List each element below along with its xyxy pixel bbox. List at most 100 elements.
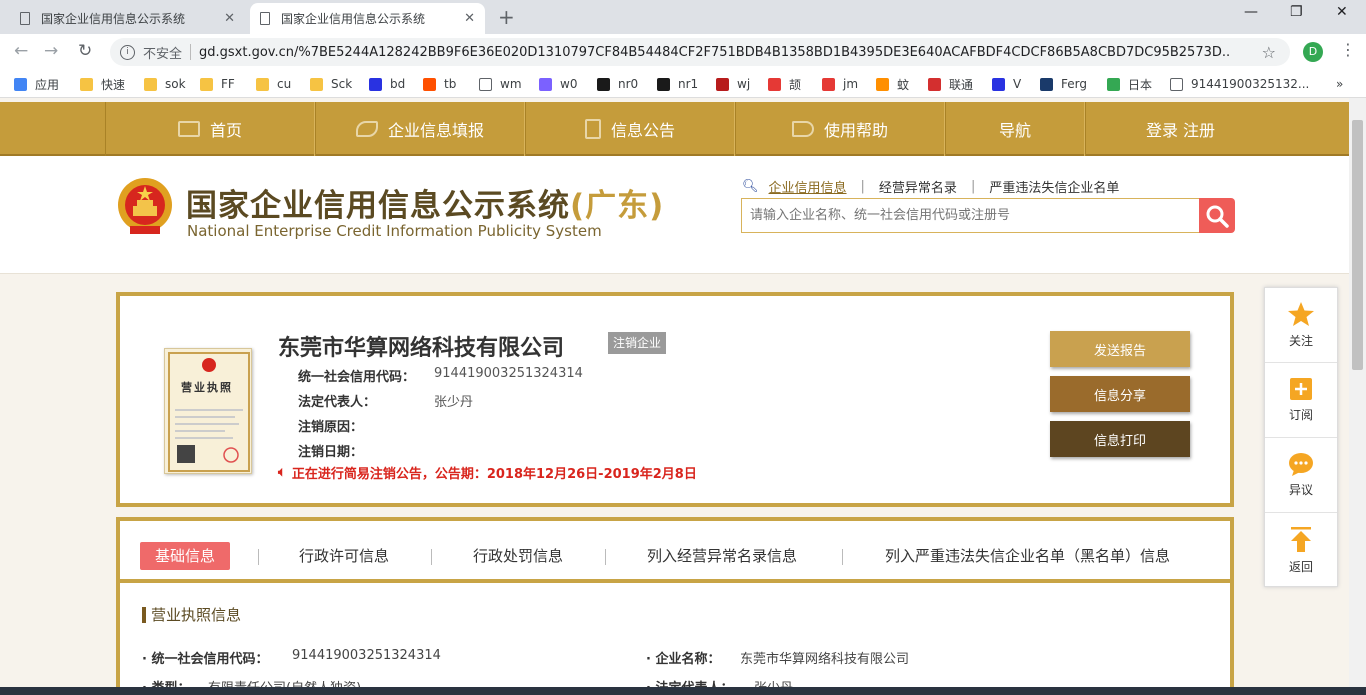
bookmark-item[interactable]: 快速 bbox=[80, 75, 125, 93]
nav-announcements[interactable]: 信息公告 bbox=[525, 102, 735, 156]
speaker-icon bbox=[791, 121, 814, 137]
back-to-top-button[interactable]: 返回 bbox=[1265, 513, 1337, 588]
bookmark-favicon-icon bbox=[200, 77, 213, 91]
arrow-up-icon bbox=[1291, 526, 1311, 552]
bookmark-item[interactable]: FF bbox=[200, 75, 235, 93]
bookmark-favicon-icon bbox=[876, 77, 889, 91]
star-icon bbox=[1288, 302, 1314, 326]
bookmark-item[interactable]: 91441900325132... bbox=[1170, 75, 1309, 93]
search-tab-blacklist[interactable]: 严重违法失信企业名单 bbox=[989, 177, 1119, 196]
nav-home[interactable]: 首页 bbox=[105, 102, 315, 156]
bookmark-item[interactable]: Sck bbox=[310, 75, 352, 93]
cancellation-notice[interactable]: 🔈︎ 正在进行简易注销公告，公告期：2018年12月26日-2019年2月8日 bbox=[278, 463, 697, 482]
nav-help[interactable]: 使用帮助 bbox=[735, 102, 945, 156]
bookmark-label: Ferg bbox=[1061, 77, 1087, 91]
bookmark-item[interactable]: 日本 bbox=[1107, 75, 1152, 93]
bookmark-label: 颉 bbox=[789, 77, 802, 92]
bookmark-item[interactable]: 蚊 bbox=[876, 75, 909, 93]
bookmark-item[interactable]: 联通 bbox=[928, 75, 973, 93]
restore-button[interactable]: ❐ bbox=[1290, 4, 1303, 20]
bookmark-item[interactable]: tb bbox=[423, 75, 456, 93]
print-info-button[interactable]: 信息打印 bbox=[1050, 421, 1190, 457]
bookmark-item[interactable]: sok bbox=[144, 75, 186, 93]
bookmark-item[interactable]: V bbox=[992, 75, 1021, 93]
bookmark-label: 蚊 bbox=[897, 77, 910, 92]
objection-label: 异议 bbox=[1288, 483, 1313, 497]
info-icon[interactable]: i bbox=[120, 44, 135, 60]
address-bar[interactable]: i 不安全 gd.gsxt.gov.cn/%7BE5244A128242BB9F… bbox=[110, 38, 1290, 66]
follow-button[interactable]: 关注 bbox=[1265, 288, 1337, 363]
page-scrollbar[interactable] bbox=[1349, 98, 1366, 695]
minimize-button[interactable]: — bbox=[1244, 4, 1258, 20]
bookmark-item[interactable]: nr0 bbox=[597, 75, 638, 93]
search-button[interactable] bbox=[1199, 198, 1235, 233]
profile-avatar[interactable]: D bbox=[1303, 42, 1323, 62]
side-float-panel: 关注 订阅 异议 返回 bbox=[1264, 287, 1338, 587]
bookmark-label: Sck bbox=[331, 77, 353, 91]
close-tab-icon[interactable]: ✕ bbox=[224, 11, 235, 26]
tab-blacklist[interactable]: 列入严重违法失信企业名单（黑名单）信息 bbox=[885, 542, 1170, 570]
browser-tab-active[interactable]: 国家企业信用信息公示系统 ✕ bbox=[250, 3, 485, 34]
field-credit-code: 统一社会信用代码： 914419003251324314 bbox=[298, 366, 583, 385]
nav-navigation[interactable]: 导航 bbox=[945, 102, 1085, 156]
business-license-image[interactable]: 营业执照 bbox=[164, 348, 252, 474]
bookmark-item[interactable]: jm bbox=[822, 75, 858, 93]
bookmark-item[interactable]: wj bbox=[716, 75, 750, 93]
objection-button[interactable]: 异议 bbox=[1265, 438, 1337, 513]
back-button[interactable]: ← bbox=[14, 40, 28, 62]
bookmark-label: tb bbox=[444, 77, 457, 91]
bookmark-favicon-icon bbox=[1107, 77, 1120, 91]
close-window-button[interactable]: ✕ bbox=[1336, 4, 1348, 20]
search-tab-credit[interactable]: 企业信用信息 bbox=[769, 177, 847, 196]
bookmark-item[interactable]: nr1 bbox=[657, 75, 698, 93]
bookmark-label: 91441900325132... bbox=[1191, 77, 1310, 91]
tab-basic-info[interactable]: 基础信息 bbox=[140, 542, 231, 570]
share-info-button[interactable]: 信息分享 bbox=[1050, 376, 1190, 412]
bookmark-favicon-icon bbox=[1040, 77, 1053, 91]
nav-login-register[interactable]: 登录 注册 bbox=[1085, 102, 1275, 156]
site-nav-bar: 首页 企业信息填报 信息公告 使用帮助 导航 登录 注册 bbox=[0, 102, 1349, 156]
search-tabs: 🔍︎ 企业信用信息 | 经营异常名录 | 严重违法失信企业名单 bbox=[742, 177, 1119, 196]
more-bookmarks-button[interactable]: » bbox=[1336, 75, 1343, 93]
tab-admin-license[interactable]: 行政许可信息 bbox=[299, 542, 389, 570]
reload-button[interactable]: ↻ bbox=[78, 40, 92, 62]
bookmark-item[interactable]: Ferg bbox=[1040, 75, 1087, 93]
bookmark-item[interactable]: wm bbox=[479, 75, 522, 93]
site-header: 国家企业信用信息公示系统(广东) National Enterprise Cre… bbox=[0, 156, 1349, 274]
nav-enterprise-report[interactable]: 企业信息填报 bbox=[315, 102, 525, 156]
browser-tab[interactable]: 国家企业信用信息公示系统 ✕ bbox=[10, 3, 245, 34]
bookmark-item[interactable]: cu bbox=[256, 75, 291, 93]
nav-label: 企业信息填报 bbox=[387, 121, 484, 140]
monitor-icon bbox=[177, 121, 200, 137]
bookmark-label: sok bbox=[165, 77, 186, 91]
document-icon bbox=[260, 12, 270, 25]
search-input[interactable] bbox=[741, 198, 1201, 233]
bookmark-item[interactable]: 颉 bbox=[768, 75, 801, 93]
bookmark-item[interactable]: 应用 bbox=[14, 75, 59, 93]
tab-abnormal-list[interactable]: 列入经营异常名录信息 bbox=[647, 542, 797, 570]
bookmark-item[interactable]: w0 bbox=[539, 75, 577, 93]
scrollbar-thumb[interactable] bbox=[1352, 120, 1363, 370]
new-tab-button[interactable]: + bbox=[498, 4, 515, 30]
divider bbox=[605, 549, 606, 565]
bookmark-item[interactable]: bd bbox=[369, 75, 405, 93]
forward-button[interactable]: → bbox=[44, 40, 58, 62]
bookmark-star-icon[interactable]: ☆ bbox=[1262, 43, 1276, 62]
site-title-text: 国家企业信用信息公示系统 bbox=[186, 188, 570, 224]
bookmark-favicon-icon bbox=[144, 77, 157, 91]
subscribe-button[interactable]: 订阅 bbox=[1265, 363, 1337, 438]
bookmark-favicon-icon bbox=[822, 77, 835, 91]
send-report-button[interactable]: 发送报告 bbox=[1050, 331, 1190, 367]
section-title: 营业执照信息 bbox=[142, 607, 241, 623]
bookmark-label: w0 bbox=[560, 77, 578, 91]
bookmark-label: nr1 bbox=[678, 77, 699, 91]
tab-admin-penalty[interactable]: 行政处罚信息 bbox=[473, 542, 563, 570]
search-tab-abnormal[interactable]: 经营异常名录 bbox=[879, 177, 957, 196]
divider: | bbox=[970, 179, 976, 194]
field-legal-rep: 法定代表人： 张少丹 bbox=[298, 391, 473, 410]
close-tab-icon[interactable]: ✕ bbox=[464, 11, 475, 26]
browser-menu-icon[interactable]: ⋮ bbox=[1340, 40, 1356, 59]
bookmark-label: 应用 bbox=[35, 77, 60, 92]
field-cancel-date: 注销日期： bbox=[298, 441, 434, 460]
url-text[interactable]: gd.gsxt.gov.cn/%7BE5244A128242BB9F6E36E0… bbox=[199, 45, 1229, 60]
